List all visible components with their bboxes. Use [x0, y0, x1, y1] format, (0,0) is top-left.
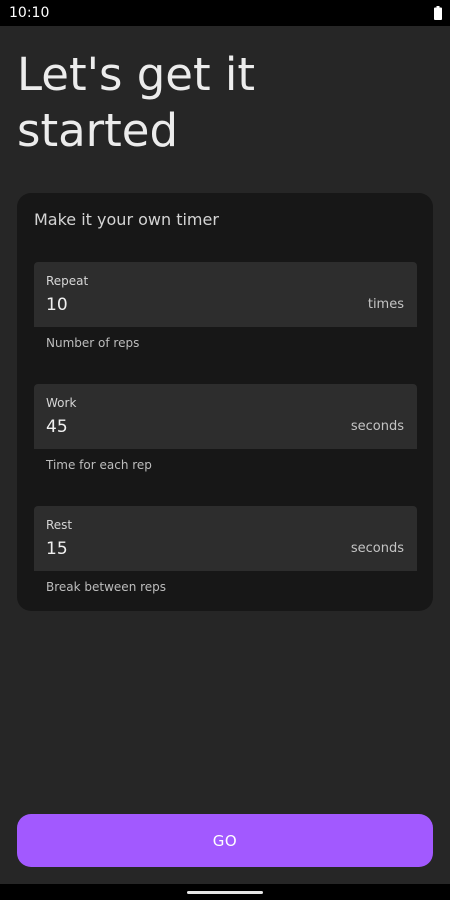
repeat-label: Repeat: [46, 274, 89, 288]
rest-field: Rest 15 seconds Break between reps: [34, 506, 417, 594]
battery-full-icon: [434, 6, 442, 20]
repeat-field: Repeat 10 times Number of reps: [34, 262, 417, 350]
work-value[interactable]: 45: [46, 416, 68, 438]
repeat-helper-text: Number of reps: [46, 336, 140, 350]
rest-suffix: seconds: [350, 541, 404, 556]
work-helper-text: Time for each rep: [46, 458, 152, 472]
rest-helper-text: Break between reps: [46, 580, 167, 594]
work-input[interactable]: Work 45 seconds: [34, 384, 417, 449]
status-time: 10:10: [9, 5, 50, 21]
rest-label: Rest: [46, 518, 73, 532]
rest-value[interactable]: 15: [46, 538, 68, 560]
repeat-suffix: times: [367, 297, 404, 312]
work-suffix: seconds: [350, 419, 404, 434]
repeat-input[interactable]: Repeat 10 times: [34, 262, 417, 327]
status-bar: 10:10: [0, 0, 450, 26]
home-indicator[interactable]: [187, 891, 263, 894]
go-button[interactable]: GO: [17, 814, 433, 867]
rest-input[interactable]: Rest 15 seconds: [34, 506, 417, 571]
repeat-value[interactable]: 10: [46, 294, 68, 316]
app-screen: 10:10 Let's get it started Make it your …: [0, 0, 450, 900]
work-field: Work 45 seconds Time for each rep: [34, 384, 417, 472]
timer-settings-card: Make it your own timer Repeat 10 times N…: [17, 193, 433, 611]
navigation-bar: [0, 884, 450, 900]
work-label: Work: [46, 396, 77, 410]
card-title: Make it your own timer: [34, 210, 219, 229]
page-title: Let's get it started: [17, 48, 256, 157]
